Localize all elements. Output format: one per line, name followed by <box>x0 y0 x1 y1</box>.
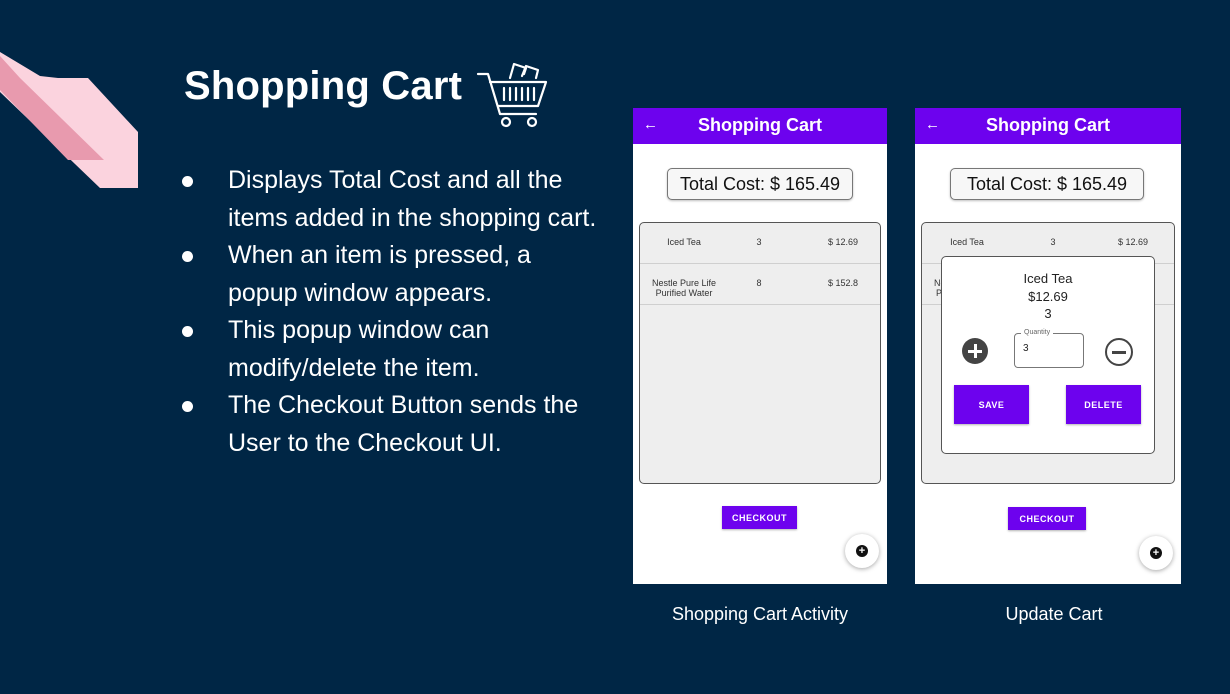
feature-text: This popup window can modify/delete the … <box>228 316 490 382</box>
item-quantity: 8 <box>756 278 762 288</box>
add-circle-icon: + <box>856 545 868 557</box>
item-name: Nestle Pure Life Purified Water <box>651 278 717 298</box>
checkout-button[interactable]: CHECKOUT <box>1008 507 1086 530</box>
app-bar: ← Shopping Cart <box>915 108 1181 144</box>
feature-item: When an item is pressed, a popup window … <box>182 237 602 312</box>
add-item-fab[interactable]: + <box>1139 536 1173 570</box>
bullet-dot <box>182 176 193 187</box>
total-cost-display: Total Cost: $ 165.49 <box>667 168 853 200</box>
stripe-light <box>0 52 138 188</box>
screen-caption: Shopping Cart Activity <box>671 604 849 624</box>
feature-list: Displays Total Cost and all the items ad… <box>182 162 602 462</box>
total-cost-display: Total Cost: $ 165.49 <box>950 168 1144 200</box>
feature-text: The Checkout Button sends the User to th… <box>228 391 579 457</box>
add-item-fab[interactable]: + <box>845 534 879 568</box>
item-quantity: 3 <box>756 237 762 247</box>
cart-item-row[interactable]: Iced Tea 3 $ 12.69 <box>640 223 880 264</box>
popup-item-price: $12.69 <box>1028 289 1068 304</box>
quantity-field[interactable]: Quantity <box>1014 328 1084 368</box>
feature-item: The Checkout Button sends the User to th… <box>182 387 602 462</box>
decorative-stripes <box>0 52 138 188</box>
popup-item-name: Iced Tea <box>1023 271 1073 286</box>
item-quantity: 3 <box>1050 237 1056 247</box>
slide: Shopping Cart Displays Total Cost and al… <box>0 0 1230 694</box>
screen-caption: Update Cart <box>1005 604 1103 624</box>
cart-item-row[interactable]: Nestle Pure Life Purified Water 8 $ 152.… <box>640 264 880 305</box>
shopping-cart-activity-screen: ← Shopping Cart Total Cost: $ 165.49 Ice… <box>633 108 887 584</box>
item-price: $ 12.69 <box>1117 237 1148 247</box>
feature-item: Displays Total Cost and all the items ad… <box>182 162 602 237</box>
item-name: Iced Tea <box>667 237 701 247</box>
popup-item-quantity: 3 <box>1044 306 1052 321</box>
increase-quantity-icon[interactable] <box>962 338 988 364</box>
app-bar-title: Shopping Cart <box>986 115 1110 135</box>
app-bar: ← Shopping Cart <box>633 108 887 144</box>
quantity-input[interactable] <box>1023 343 1073 354</box>
app-bar-title: Shopping Cart <box>698 115 822 135</box>
update-item-popup: Iced Tea $12.69 3 Quantity SAVE DELETE <box>941 256 1155 454</box>
cart-item-list: Iced Tea 3 $ 12.69 Nestle Pure Life Puri… <box>639 222 881 484</box>
decrease-quantity-icon[interactable] <box>1105 338 1133 366</box>
shopping-cart-icon <box>476 62 548 128</box>
delete-button[interactable]: DELETE <box>1066 385 1141 424</box>
slide-title: Shopping Cart <box>184 64 463 108</box>
feature-item: This popup window can modify/delete the … <box>182 312 602 387</box>
item-name: Iced Tea <box>950 237 984 247</box>
bullet-dot <box>182 251 193 262</box>
feature-text: When an item is pressed, a popup window … <box>228 241 531 307</box>
update-cart-screen: ← Shopping Cart Total Cost: $ 165.49 Ice… <box>915 108 1181 584</box>
bullet-dot <box>182 401 193 412</box>
item-price: $ 12.69 <box>827 237 858 247</box>
checkout-button[interactable]: CHECKOUT <box>722 506 797 529</box>
add-circle-icon: + <box>1150 547 1162 559</box>
item-price: $ 152.8 <box>827 278 858 288</box>
bullet-dot <box>182 326 193 337</box>
quantity-field-label: Quantity <box>1021 328 1054 338</box>
save-button[interactable]: SAVE <box>954 385 1029 424</box>
feature-text: Displays Total Cost and all the items ad… <box>228 166 597 232</box>
